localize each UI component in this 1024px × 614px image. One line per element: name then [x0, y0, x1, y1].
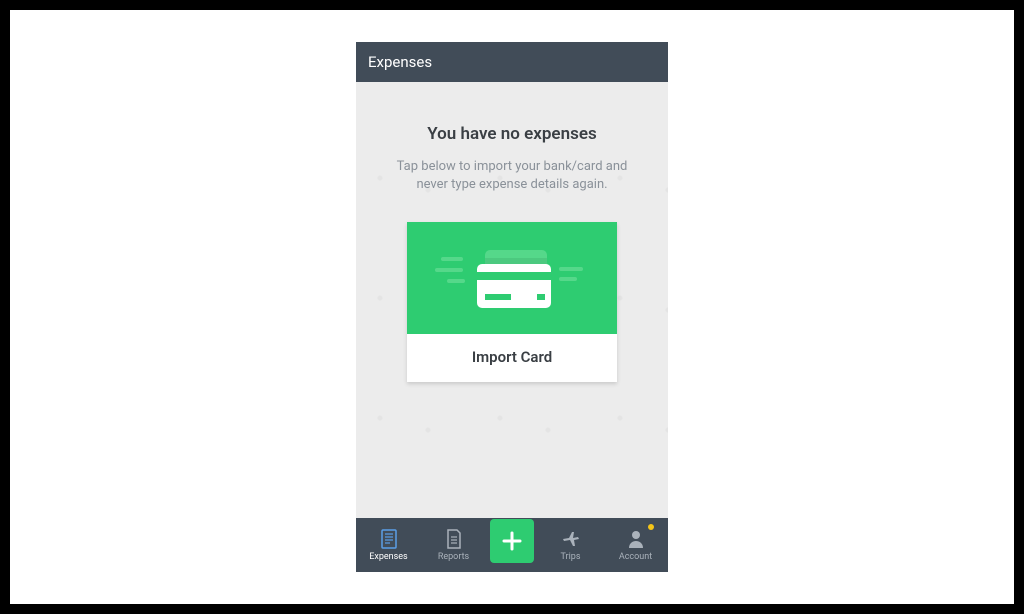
empty-state-subtitle: Tap below to import your bank/card and n… — [356, 158, 668, 194]
person-icon — [627, 529, 645, 549]
plane-icon — [561, 529, 581, 549]
credit-card-icon — [407, 222, 617, 334]
tab-reports-label: Reports — [438, 552, 469, 562]
tab-expenses-label: Expenses — [369, 552, 407, 562]
bottom-tab-bar: Expenses Reports — [356, 518, 668, 572]
tab-trips[interactable]: Trips — [538, 518, 603, 572]
empty-state-title: You have no expenses — [427, 124, 596, 144]
tab-expenses[interactable]: Expenses — [356, 518, 421, 572]
title-bar: Expenses — [356, 42, 668, 82]
tab-add[interactable] — [486, 518, 538, 572]
plus-icon — [490, 519, 534, 563]
content-area: You have no expenses Tap below to import… — [356, 82, 668, 518]
import-card-label: Import Card — [407, 334, 617, 382]
outer-frame: Expenses You have no expenses Tap below … — [0, 0, 1024, 614]
tab-account[interactable]: Account — [603, 518, 668, 572]
tab-account-label: Account — [619, 552, 652, 562]
receipt-icon — [380, 529, 398, 549]
tab-trips-label: Trips — [561, 552, 581, 562]
document-icon — [445, 529, 463, 549]
phone-frame: Expenses You have no expenses Tap below … — [356, 42, 668, 572]
page-title: Expenses — [368, 53, 432, 71]
tab-reports[interactable]: Reports — [421, 518, 486, 572]
import-card-button[interactable]: Import Card — [407, 222, 617, 382]
notification-dot-icon — [648, 524, 654, 530]
